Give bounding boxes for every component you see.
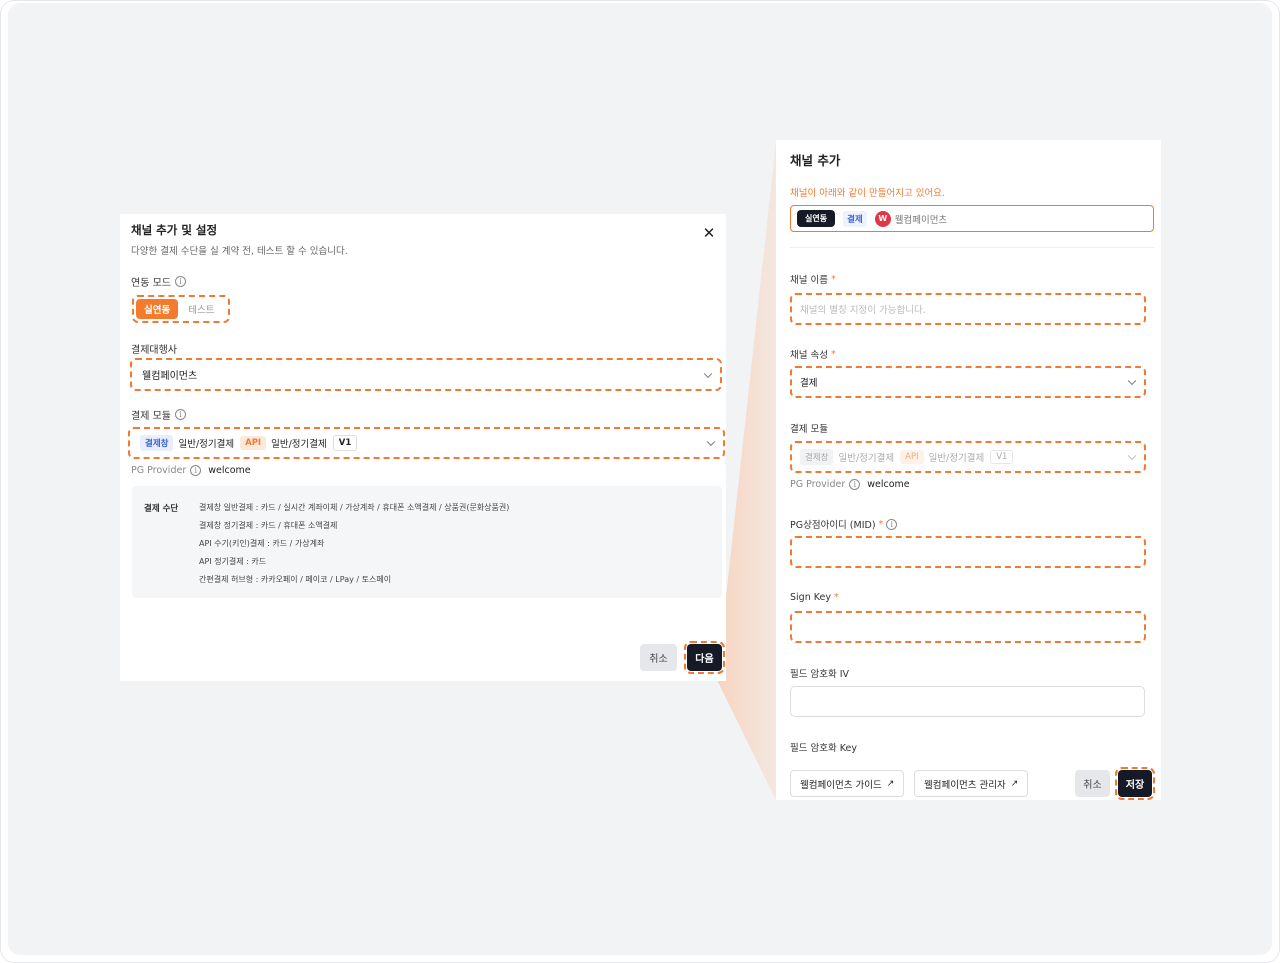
mid-label-text: PG상점아이디 (MID) — [790, 520, 876, 531]
required-mark: * — [878, 518, 884, 530]
module-tag-window: 결제창 — [140, 435, 174, 451]
modal-subtitle: 다양한 결제 수단을 실 계약 전, 테스트 할 수 있습니다. — [131, 246, 348, 257]
module-tag-window-text: 일반/정기결제 — [178, 439, 235, 450]
info-icon[interactable]: i — [174, 409, 186, 420]
panel-title: 채널 추가 — [790, 153, 841, 168]
mid-input[interactable] — [790, 536, 1146, 568]
pg-provider-value: welcome — [208, 465, 251, 476]
chevron-down-icon — [703, 369, 713, 378]
close-icon[interactable]: ✕ — [702, 226, 716, 241]
module-label: 결제 모듈 — [790, 424, 828, 435]
chevron-down-icon — [1127, 451, 1137, 461]
list-item: 결제창 정기결제 : 카드 / 휴대폰 소액결제 — [199, 521, 338, 530]
pg-provider-label: PG Provider — [790, 479, 846, 490]
pg-select[interactable]: 웰컴페이먼츠 — [130, 358, 722, 391]
pg-provider-label: PG Provider — [131, 465, 187, 476]
list-item: 결제창 일반결제 : 카드 / 실시간 계좌이체 / 가상계좌 / 휴대폰 소액… — [199, 503, 510, 512]
admin-link-button[interactable]: 웰컴페이먼츠 관리자 ↗ — [914, 770, 1029, 797]
module-tag-window-text: 일반/정기결제 — [838, 453, 895, 464]
cancel-button[interactable]: 취소 — [1075, 770, 1110, 797]
creation-hint: 채널이 아래와 같이 만들어지고 있어요. — [790, 188, 945, 199]
summary-mode-badge: 실연동 — [797, 210, 836, 227]
module-label: 결제 모듈 i — [131, 407, 186, 422]
sign-key-input[interactable] — [790, 611, 1146, 643]
module-select[interactable]: 결제창 일반/정기결제 API 일반/정기결제 V1 — [128, 427, 725, 459]
channel-attr-label: 채널 속성 * — [790, 347, 836, 362]
pg-provider-value: welcome — [867, 479, 910, 490]
channel-summary: 실연동 결제 W 웰컴페이먼츠 — [790, 205, 1154, 232]
payment-methods-box: 결제 수단 결제창 일반결제 : 카드 / 실시간 계좌이체 / 가상계좌 / … — [132, 486, 722, 598]
cancel-button[interactable]: 취소 — [640, 644, 677, 671]
pg-provider-line: PG Provider i welcome — [790, 479, 910, 490]
payment-methods-label: 결제 수단 — [144, 504, 179, 514]
module-tag-api-text: 일반/정기결제 — [928, 453, 985, 464]
module-tag-api-text: 일반/정기결제 — [271, 439, 327, 450]
channel-name-input[interactable]: 채널의 별칭 지정이 가능합니다. — [790, 293, 1146, 325]
summary-attr-badge: 결제 — [843, 210, 867, 227]
info-icon[interactable]: i — [174, 276, 186, 287]
link-mode-label: 연동 모드 i — [131, 274, 186, 289]
mid-label: PG상점아이디 (MID) * i — [790, 517, 898, 531]
pg-select-value: 웰컴페이먼츠 — [142, 371, 198, 382]
required-mark: * — [833, 592, 839, 603]
channel-attr-value: 결제 — [800, 378, 818, 389]
field-iv-input[interactable] — [790, 686, 1145, 717]
module-version-tag: V1 — [332, 435, 358, 451]
external-link-icon: ↗ — [886, 778, 895, 789]
save-button[interactable]: 저장 — [1115, 767, 1155, 800]
channel-name-placeholder: 채널의 별칭 지정이 가능합니다. — [800, 305, 926, 316]
modal-title: 채널 추가 및 설정 — [131, 223, 218, 237]
external-link-icon: ↗ — [1010, 778, 1019, 789]
sign-key-label: Sign Key * — [790, 592, 839, 603]
admin-link-label: 웰컴페이먼츠 관리자 — [924, 779, 1006, 791]
info-icon[interactable]: i — [190, 465, 202, 476]
sign-key-label-text: Sign Key — [790, 592, 831, 603]
divider — [790, 247, 1154, 248]
guide-link-label: 웰컴페이먼츠 가이드 — [800, 779, 882, 791]
info-icon[interactable]: i — [849, 479, 861, 490]
module-select-disabled: 결제창 일반/정기결제 API 일반/정기결제 V1 — [790, 441, 1146, 473]
guide-link-button[interactable]: 웰컴페이먼츠 가이드 ↗ — [790, 770, 905, 797]
module-label-text: 결제 모듈 — [131, 411, 171, 422]
module-tag-api: API — [900, 450, 924, 464]
channel-attr-label-text: 채널 속성 — [790, 350, 828, 361]
list-item: API 수기(키인)결제 : 카드 / 가상계좌 — [199, 539, 325, 548]
module-tag-api: API — [240, 436, 267, 450]
link-mode-toggle: 실연동 테스트 — [132, 295, 230, 323]
list-item: API 정기결제 : 카드 — [199, 557, 267, 566]
link-mode-test-option[interactable]: 테스트 — [180, 299, 222, 319]
pg-provider-line: PG Provider i welcome — [131, 465, 251, 476]
module-tag-window: 결제창 — [800, 449, 834, 465]
required-mark: * — [830, 348, 836, 360]
channel-setup-modal: 채널 추가 및 설정 다양한 결제 수단을 실 계약 전, 테스트 할 수 있습… — [120, 214, 726, 681]
welcome-payments-logo-icon: W — [874, 210, 891, 227]
field-key-label: 필드 암호화 Key — [790, 743, 857, 754]
list-item: 간편결제 허브형 : 카카오페이 / 페이코 / LPay / 토스페이 — [199, 575, 392, 584]
channel-attr-select[interactable]: 결제 — [790, 366, 1146, 398]
chevron-down-icon — [706, 437, 716, 447]
link-mode-live-option[interactable]: 실연동 — [136, 299, 179, 319]
next-button[interactable]: 다음 — [684, 641, 725, 674]
chevron-down-icon — [1127, 376, 1137, 386]
module-version-tag: V1 — [990, 450, 1014, 464]
field-iv-label: 필드 암호화 IV — [790, 669, 850, 680]
channel-name-label: 채널 이름 * — [790, 272, 836, 287]
info-icon[interactable]: i — [886, 518, 898, 530]
pg-label: 결제대행사 — [131, 345, 177, 356]
channel-name-label-text: 채널 이름 — [790, 275, 828, 286]
payment-methods-list: 결제창 일반결제 : 카드 / 실시간 계좌이체 / 가상계좌 / 휴대폰 소액… — [199, 499, 509, 589]
link-mode-label-text: 연동 모드 — [131, 278, 171, 289]
required-mark: * — [830, 273, 836, 285]
summary-pg-name: 웰컴페이먼츠 — [894, 214, 948, 226]
channel-add-panel: 채널 추가 채널이 아래와 같이 만들어지고 있어요. 실연동 결제 W 웰컴페… — [776, 140, 1161, 800]
